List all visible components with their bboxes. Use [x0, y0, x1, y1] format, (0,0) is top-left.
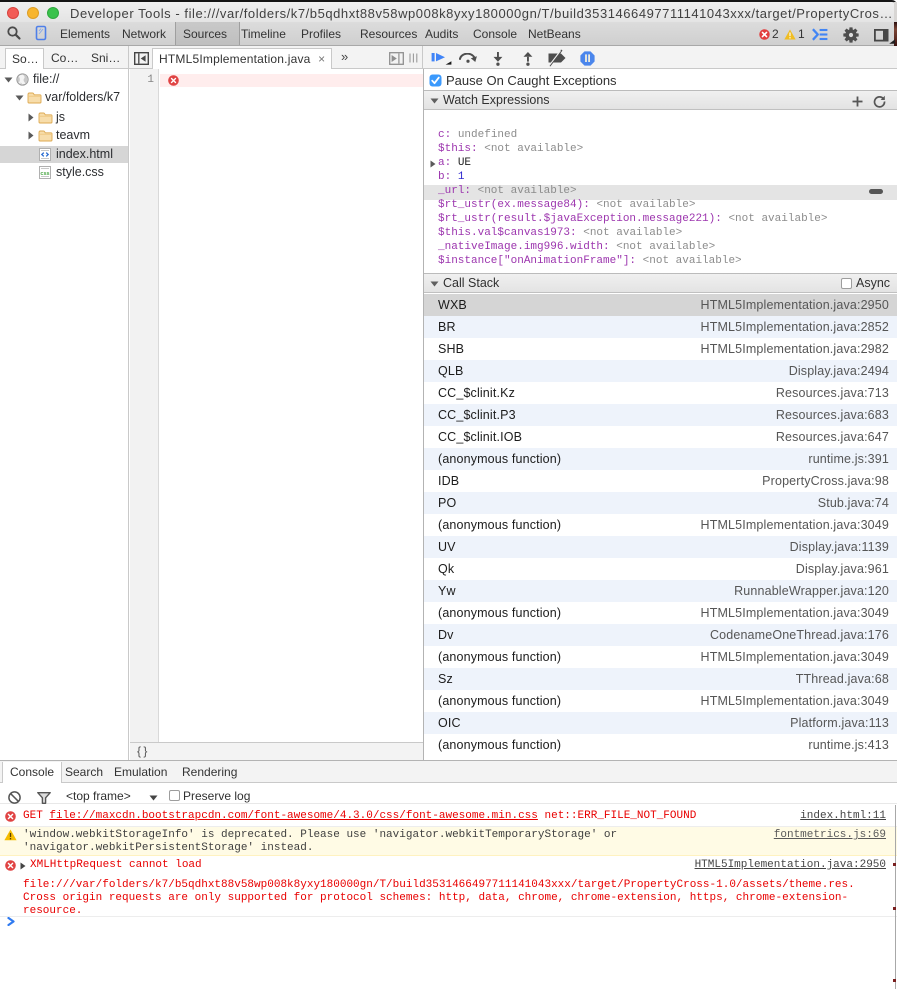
svg-text:css: css: [40, 171, 49, 177]
